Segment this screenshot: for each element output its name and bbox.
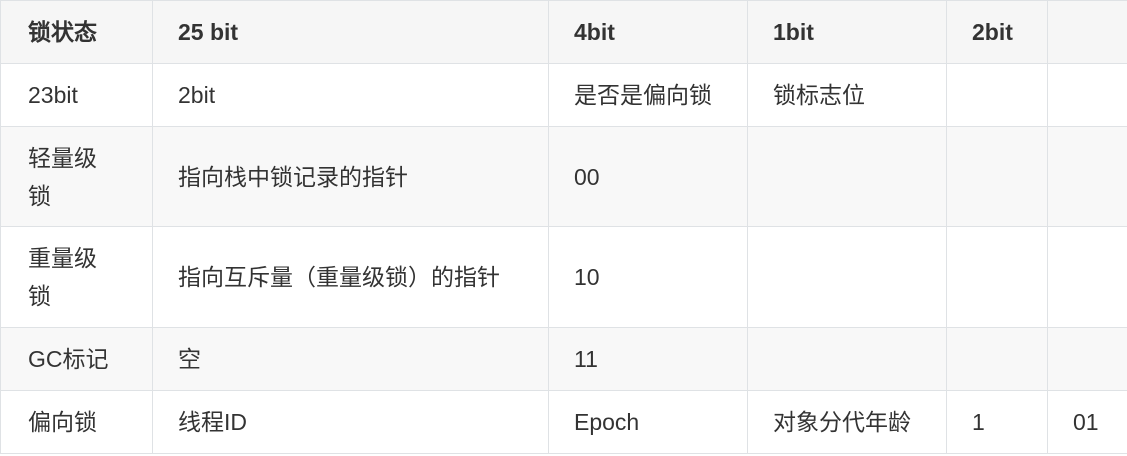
cell-1bit: 对象分代年龄 <box>747 390 947 454</box>
header-lock-state-text: 锁状态 <box>28 19 97 45</box>
cell-lock-state: 轻量级锁 <box>0 126 153 227</box>
cell-4bit: 11 <box>548 327 748 391</box>
cell-4bit: 10 <box>548 226 748 328</box>
cell-4bit: 是否是偏向锁 <box>548 63 748 127</box>
header-lock-state: 锁状态 <box>0 0 153 64</box>
cell-2bit <box>946 226 1048 328</box>
cell-25bit: 空 <box>152 327 549 391</box>
table-body: 23bit 2bit 是否是偏向锁 锁标志位 轻量级锁 指向栈中锁记录的指针 0… <box>0 63 1127 454</box>
cell-1bit <box>747 226 947 328</box>
cell-text: 偏向锁 <box>28 409 97 435</box>
cell-text: 重量级锁 <box>28 245 97 309</box>
cell-lock-state: 重量级锁 <box>0 226 153 328</box>
cell-extra <box>1047 63 1127 127</box>
row-heavyweight-lock: 重量级锁 指向互斥量（重量级锁）的指针 10 <box>0 226 1127 328</box>
cell-2bit <box>946 327 1048 391</box>
row-23bit: 23bit 2bit 是否是偏向锁 锁标志位 <box>0 63 1127 127</box>
cell-25bit: 线程ID <box>152 390 549 454</box>
cell-2bit: 1 <box>946 390 1048 454</box>
row-gc-mark: GC标记 空 11 <box>0 327 1127 391</box>
header-2bit: 2bit <box>946 0 1048 64</box>
cell-extra <box>1047 226 1127 328</box>
cell-text: GC标记 <box>28 346 109 372</box>
header-1bit: 1bit <box>747 0 947 64</box>
cell-text: 轻量级锁 <box>28 144 97 209</box>
cell-extra <box>1047 327 1127 391</box>
cell-25bit: 指向互斥量（重量级锁）的指针 <box>152 226 549 328</box>
cell-extra: 01 <box>1047 390 1127 454</box>
header-4bit: 4bit <box>548 0 748 64</box>
cell-text: 23bit <box>28 82 78 108</box>
cell-4bit: Epoch <box>548 390 748 454</box>
row-biased-lock: 偏向锁 线程ID Epoch 对象分代年龄 1 01 <box>0 390 1127 454</box>
cell-1bit <box>747 126 947 227</box>
header-extra <box>1047 0 1127 64</box>
mark-word-table: 锁状态 25 bit 4bit 1bit 2bit 23bit 2bit 是否是… <box>0 0 1127 454</box>
cell-lock-state: 23bit <box>0 63 153 127</box>
cell-lock-state: GC标记 <box>0 327 153 391</box>
table-header: 锁状态 25 bit 4bit 1bit 2bit <box>0 0 1127 64</box>
cell-2bit <box>946 126 1048 227</box>
cell-lock-state: 偏向锁 <box>0 390 153 454</box>
cell-extra <box>1047 126 1127 227</box>
cell-1bit: 锁标志位 <box>747 63 947 127</box>
cell-2bit <box>946 63 1048 127</box>
cell-25bit: 2bit <box>152 63 549 127</box>
row-lightweight-lock: 轻量级锁 指向栈中锁记录的指针 00 <box>0 126 1127 227</box>
header-row: 锁状态 25 bit 4bit 1bit 2bit <box>0 0 1127 64</box>
header-25bit: 25 bit <box>152 0 549 64</box>
cell-1bit <box>747 327 947 391</box>
cell-4bit: 00 <box>548 126 748 227</box>
cell-25bit: 指向栈中锁记录的指针 <box>152 126 549 227</box>
